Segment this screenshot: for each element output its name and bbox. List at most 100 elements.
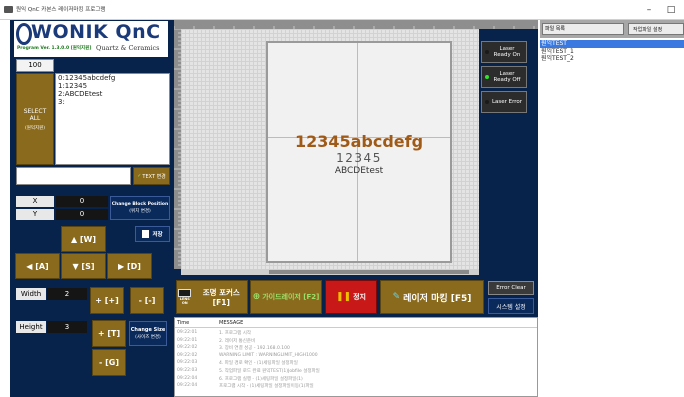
log-row-time: 09:22:04 bbox=[177, 383, 198, 389]
file-item[interactable]: 원익TEST_2 bbox=[541, 55, 574, 62]
work-area[interactable]: 12345abcdefg 12345 ABCDEtest bbox=[266, 41, 452, 263]
log-row-time: 09:22:01 bbox=[177, 337, 198, 343]
move-left-button[interactable]: ◀ [A] bbox=[15, 253, 60, 279]
log-row-time: 09:22:02 bbox=[177, 352, 198, 358]
log-row-message: 1. 프로그램 시작 bbox=[219, 331, 251, 336]
move-down-button[interactable]: ▼ [S] bbox=[61, 253, 106, 279]
mark-line-3[interactable]: 3: bbox=[58, 98, 65, 107]
mark-count-field[interactable]: 100 bbox=[16, 59, 54, 72]
led-icon bbox=[485, 75, 489, 79]
laser-status-label: Laser Ready On bbox=[493, 46, 521, 58]
preview-line-1: 12345abcdefg bbox=[294, 132, 424, 151]
width-label: Width bbox=[16, 288, 46, 300]
save-position-label: 저장 bbox=[152, 232, 163, 238]
aim-focus-button[interactable]: LENS ON 조명 포커스 [F1] bbox=[176, 280, 248, 314]
laser-status-label: Laser Ready Off bbox=[493, 71, 521, 83]
y-label: Y bbox=[16, 209, 54, 220]
guide-laser-label: 가이드레이저 [F2] bbox=[262, 293, 320, 301]
aim-focus-label: 조명 포커스 [F1] bbox=[202, 288, 240, 307]
select-all-sublabel: (원익지원) bbox=[24, 125, 46, 131]
lens-icon: LENS ON bbox=[177, 289, 193, 305]
height-plus-button[interactable]: + [T] bbox=[92, 320, 126, 347]
log-row-time: 09:22:04 bbox=[177, 375, 198, 381]
width-plus-button[interactable]: + [+] bbox=[90, 287, 124, 314]
system-settings-button[interactable]: 시스템 설정 bbox=[488, 298, 534, 314]
log-row-message: WARNING LIMIT : WARNINGLIMIT_HIGH1000 bbox=[219, 352, 318, 358]
height-minus-button[interactable]: - [G] bbox=[92, 349, 126, 376]
guide-laser-button[interactable]: ⊕ 가이드레이저 [F2] bbox=[250, 280, 322, 314]
mark-text-input[interactable] bbox=[16, 167, 131, 185]
text-change-button[interactable]: ✓ TEXT 변경 bbox=[133, 167, 170, 185]
change-size-title: Change Size bbox=[130, 327, 166, 333]
pause-icon: ❚❚ bbox=[336, 292, 352, 302]
height-value[interactable]: 3 bbox=[47, 321, 87, 333]
change-block-sub: (위치 변경) bbox=[129, 209, 151, 214]
width-value[interactable]: 2 bbox=[47, 288, 87, 300]
log-row-message: 프로그램 시작 - (1)세팅파일 설정파일이동(1)파일 bbox=[219, 384, 314, 390]
message-log[interactable]: Time MESSAGE 09:22:01 1. 프로그램 시작 09:22:01 2… bbox=[174, 317, 538, 397]
select-all-label: SELECT ALL bbox=[23, 107, 47, 122]
height-label: Height bbox=[16, 321, 46, 333]
x-value[interactable]: 0 bbox=[56, 196, 108, 207]
x-label: X bbox=[16, 196, 54, 207]
canvas-scrollbar[interactable] bbox=[181, 269, 479, 275]
log-row-message: 6. 프로그램 실행 - (1)세팅파일 설정파일(1) bbox=[219, 376, 303, 382]
laser-ready-off-indicator: Laser Ready Off bbox=[481, 66, 527, 88]
log-header-time: Time bbox=[177, 320, 190, 326]
change-block-title: Change Block Position bbox=[111, 202, 169, 207]
change-block-position-button[interactable]: Change Block Position (위치 변경) bbox=[110, 196, 170, 220]
log-row-time: 09:22:03 bbox=[177, 360, 198, 366]
log-row-message: 3. 장비 연결 성공 - 192.168.0.100 bbox=[219, 346, 290, 352]
laser-marking-icon: ✎ bbox=[392, 292, 401, 302]
log-row-message: 5. 작업파일 로드 완료 원익TEST(1)Jobfile 설정파일 bbox=[219, 369, 320, 374]
stop-button[interactable]: ❚❚ 정지 bbox=[325, 280, 377, 314]
preview-line-3: ABCDEtest bbox=[334, 166, 384, 176]
app-icon bbox=[4, 6, 13, 13]
title-bar: 원익 QnC 카본스 레이저마킹 프로그램 – □ bbox=[0, 0, 684, 20]
mark-text-list[interactable]: 0:12345abcdefg 1:12345 2:ABCDEtest 3: bbox=[55, 73, 170, 165]
select-all-button[interactable]: SELECT ALL (원익지원) bbox=[16, 73, 54, 165]
check-icon: ✓ bbox=[137, 173, 142, 179]
company-subtitle: Quartz & Ceramics bbox=[96, 44, 160, 52]
save-position-button[interactable]: 저장 bbox=[135, 226, 170, 242]
error-clear-button[interactable]: Error Clear bbox=[488, 281, 534, 295]
app-window: 원익 QnC 카본스 레이저마킹 프로그램 – □ WONIK QnC Prog… bbox=[0, 0, 684, 397]
company-name: WONIK QnC bbox=[31, 21, 161, 43]
maximize-button[interactable]: □ bbox=[662, 3, 680, 17]
stop-label: 정지 bbox=[353, 293, 366, 301]
file-panel: 파일 목록 작업파일 설정 원익TEST 원익TEST_1 원익TEST_2 bbox=[540, 20, 684, 397]
log-row-time: 09:22:01 bbox=[177, 330, 198, 335]
job-file-settings-button[interactable]: 작업파일 설정 bbox=[628, 23, 684, 35]
file-list-label: 파일 목록 bbox=[542, 23, 624, 35]
preview-line-2: 12345 bbox=[336, 151, 382, 165]
minimize-button[interactable]: – bbox=[640, 3, 658, 17]
vertical-ruler bbox=[174, 29, 181, 269]
move-right-button[interactable]: ▶ [D] bbox=[107, 253, 152, 279]
width-minus-button[interactable]: - [-] bbox=[130, 287, 164, 314]
log-row-message: 4. 파일 경로 확인 - (1)세팅파일 설정파일 bbox=[219, 361, 298, 367]
move-up-button[interactable]: ▲ [W] bbox=[61, 226, 106, 252]
document-icon bbox=[142, 230, 150, 238]
window-title: 원익 QnC 카본스 레이저마킹 프로그램 bbox=[16, 7, 106, 13]
text-change-label: TEXT 변경 bbox=[142, 173, 166, 180]
y-value[interactable]: 0 bbox=[56, 209, 108, 220]
lens-icon-caption: LENS ON bbox=[179, 297, 190, 305]
led-icon bbox=[485, 100, 489, 104]
wonik-o-icon bbox=[16, 23, 32, 45]
vertical-ruler-ticks bbox=[174, 29, 181, 266]
change-size-sub: (사이즈 변경) bbox=[135, 335, 161, 340]
change-size-button[interactable]: Change Size (사이즈 변경) bbox=[129, 321, 167, 346]
program-version: Program Ver. 1.3.0.0 [원익지원] bbox=[17, 46, 92, 51]
laser-marking-label: 레이저 마킹 [F5] bbox=[403, 293, 472, 304]
crosshair-icon: ⊕ bbox=[252, 292, 261, 302]
log-row-time: 09:22:02 bbox=[177, 345, 198, 351]
laser-error-indicator: Laser Error bbox=[481, 91, 527, 113]
horizontal-ruler bbox=[174, 20, 538, 29]
laser-ready-on-indicator: Laser Ready On bbox=[481, 41, 527, 63]
led-icon bbox=[485, 50, 489, 54]
file-item[interactable]: 원익TEST_1 bbox=[541, 48, 574, 55]
laser-marking-button[interactable]: ✎ 레이저 마킹 [F5] bbox=[380, 280, 484, 314]
file-item-selected[interactable]: 원익TEST bbox=[540, 40, 684, 48]
canvas-scrollbar-thumb[interactable] bbox=[269, 270, 469, 274]
log-row-time: 09:22:03 bbox=[177, 368, 198, 373]
